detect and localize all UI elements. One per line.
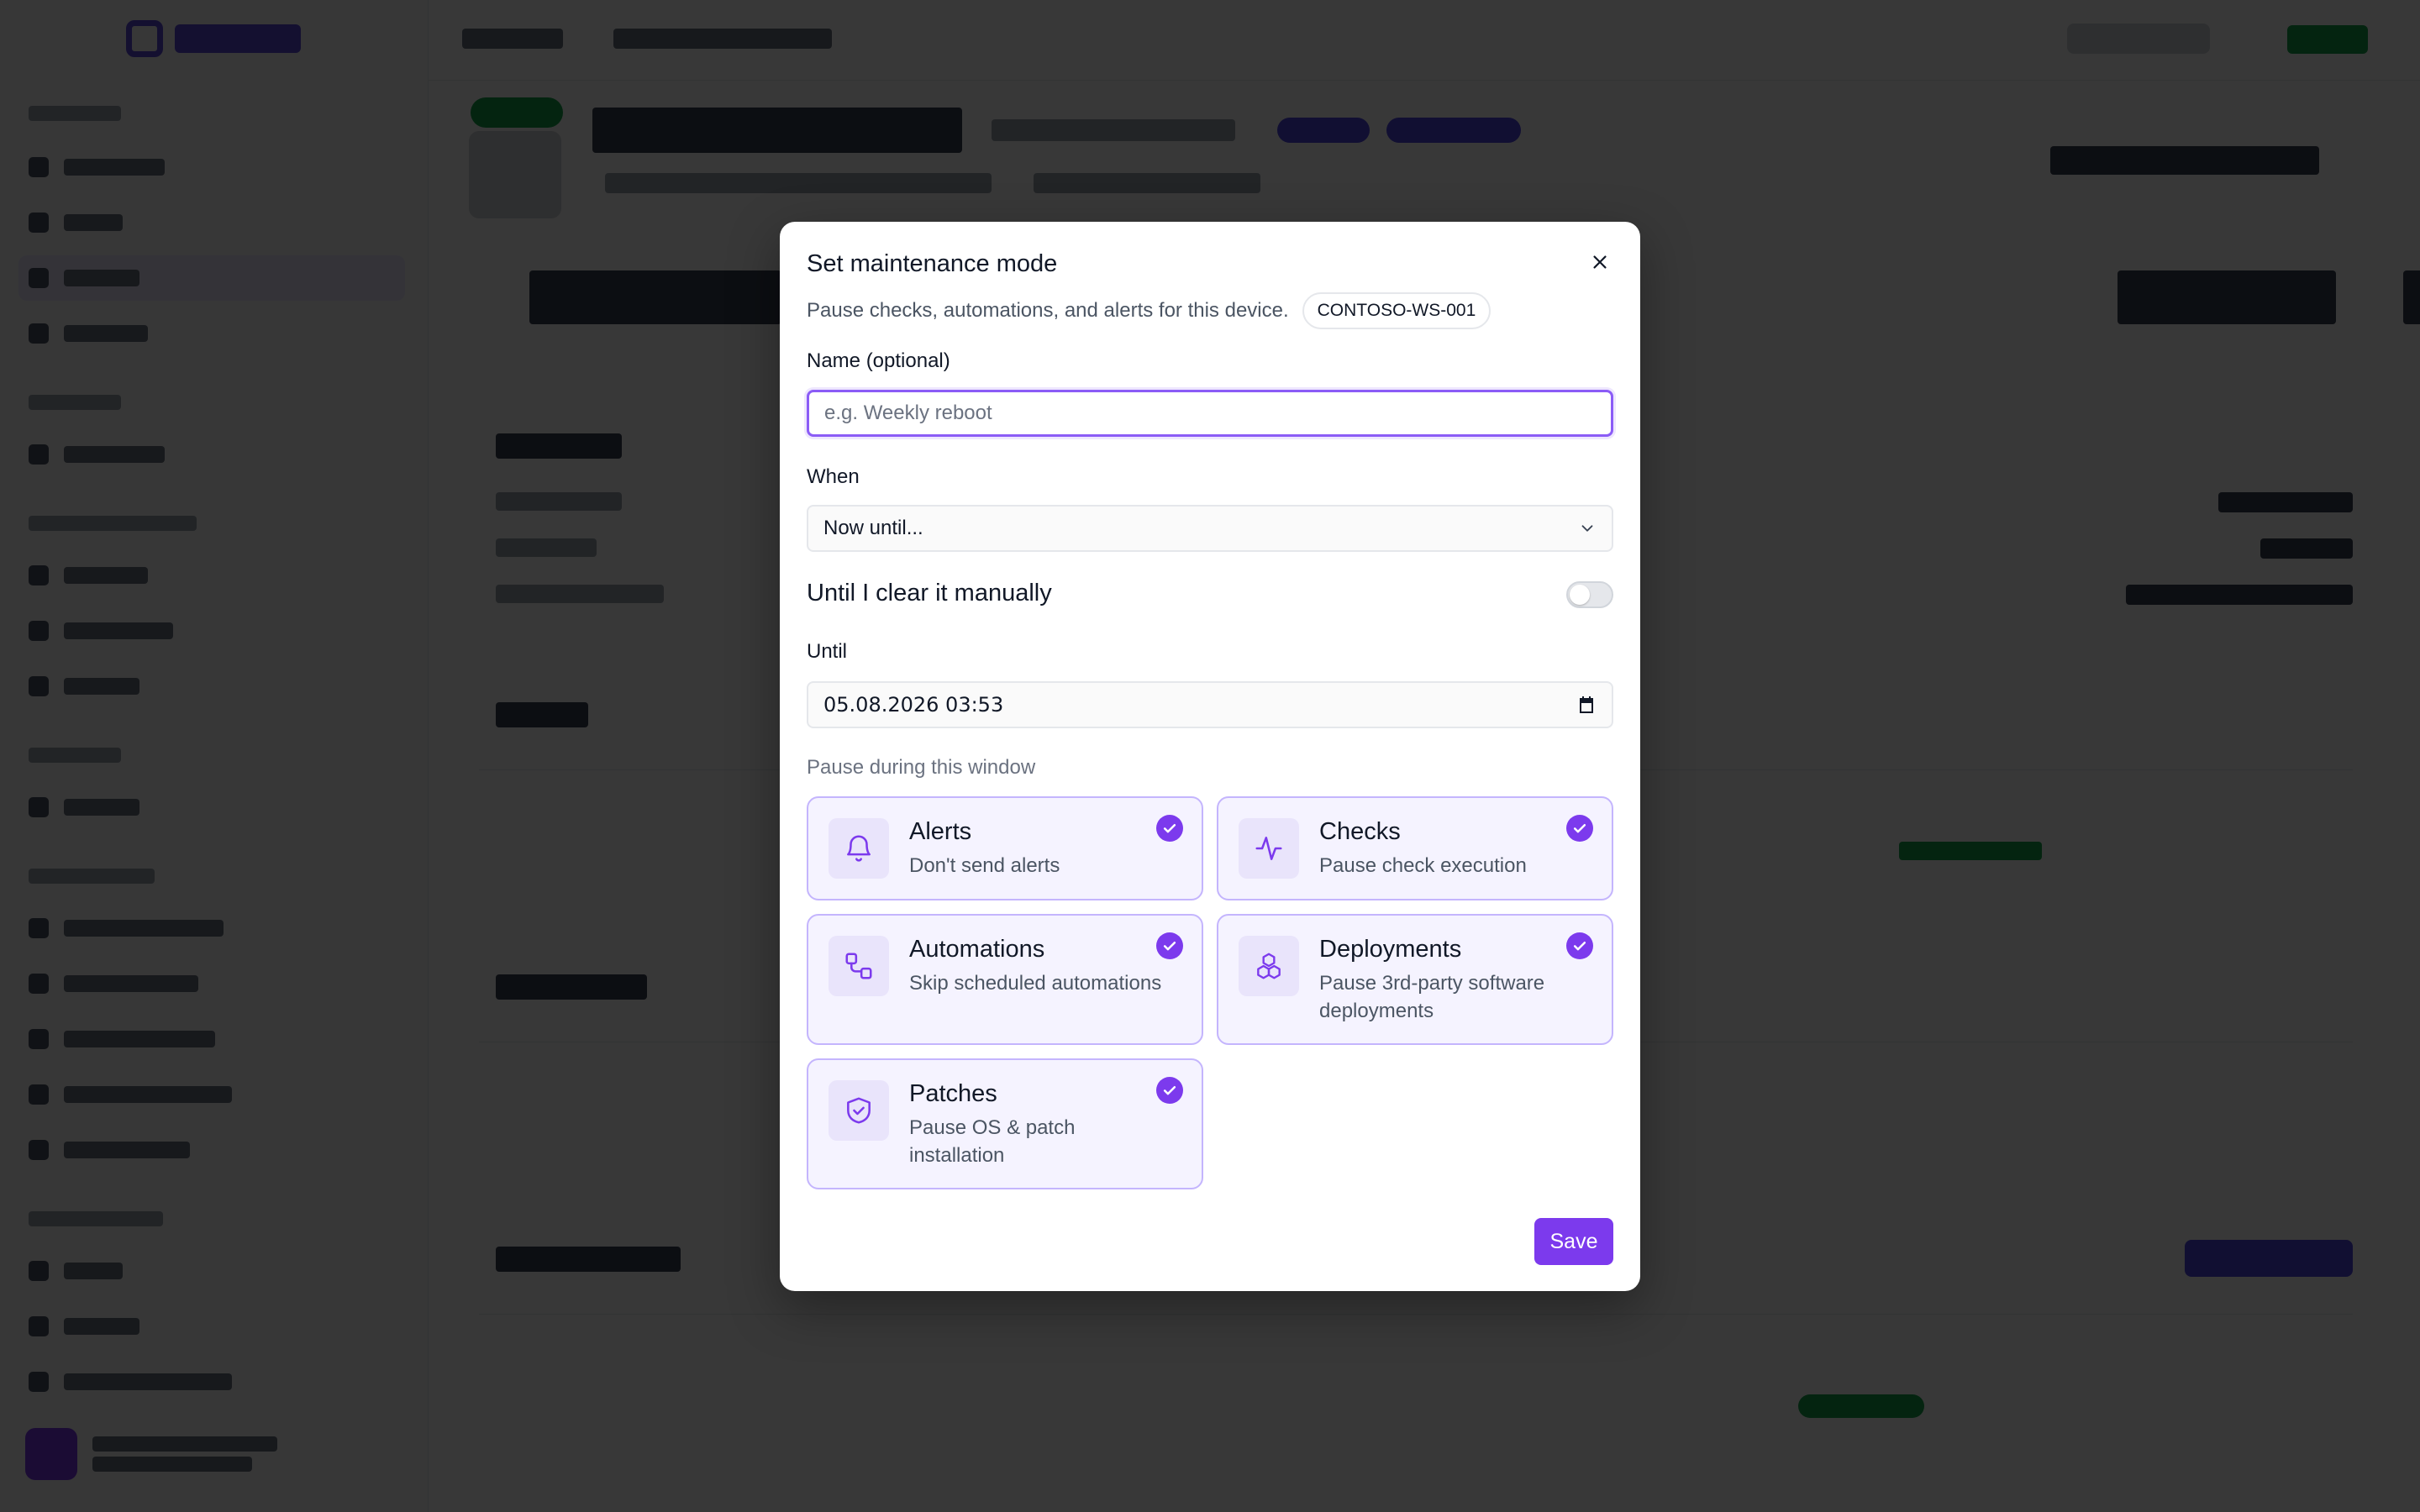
option-deployments[interactable]: Deployments Pause 3rd-party software dep… (1217, 914, 1613, 1045)
check-icon (1163, 942, 1176, 951)
option-description: Skip scheduled automations (909, 972, 1162, 995)
until-label: Until (807, 640, 848, 663)
name-label: Name (optional) (807, 349, 950, 372)
close-button[interactable] (1583, 245, 1617, 279)
option-title: Automations (909, 936, 1045, 963)
close-icon (1593, 255, 1607, 269)
save-button[interactable]: Save (1534, 1218, 1613, 1265)
option-checkbox[interactable] (1156, 815, 1183, 842)
option-title: Alerts (909, 818, 972, 845)
until-datetime-input[interactable]: 05.08.2026 03:53 (807, 681, 1613, 728)
option-description: Pause check execution (1319, 854, 1527, 877)
manual-clear-label: Until I clear it manually (807, 580, 1052, 606)
chevron-down-icon (1581, 525, 1593, 532)
calendar-icon[interactable] (1576, 695, 1597, 715)
when-selected-value: Now until... (823, 517, 923, 539)
check-icon (1573, 942, 1586, 951)
check-icon (1163, 1086, 1176, 1095)
pulse-icon (1255, 837, 1282, 860)
dialog-title: Set maintenance mode (807, 250, 1058, 277)
option-checkbox[interactable] (1566, 815, 1593, 842)
until-value: 05.08.2026 03:53 (823, 693, 1004, 717)
option-title: Deployments (1319, 936, 1462, 963)
workflow-icon (845, 953, 872, 979)
option-checkbox[interactable] (1156, 1077, 1183, 1104)
device-chip: CONTOSO-WS-001 (1302, 292, 1491, 329)
shield-check-icon (847, 1097, 871, 1124)
maintenance-mode-dialog: Set maintenance mode Pause checks, autom… (780, 222, 1640, 1291)
when-select[interactable]: Now until... (807, 505, 1613, 552)
check-icon (1163, 824, 1176, 833)
manual-clear-toggle[interactable] (1566, 581, 1613, 608)
dialog-description-row: Pause checks, automations, and alerts fo… (807, 292, 1491, 329)
option-description: Don't send alerts (909, 854, 1060, 877)
option-checks[interactable]: Checks Pause check execution (1217, 796, 1613, 900)
toggle-knob (1570, 585, 1590, 605)
pause-section-label: Pause during this window (807, 756, 1036, 779)
option-checkbox[interactable] (1566, 932, 1593, 959)
option-description: Pause OS & patch installation (909, 1116, 1076, 1167)
option-automations[interactable]: Automations Skip scheduled automations (807, 914, 1203, 1045)
option-patches[interactable]: Patches Pause OS & patch installation (807, 1058, 1203, 1189)
name-input[interactable] (807, 390, 1613, 437)
boxes-icon (1257, 953, 1281, 979)
check-icon (1573, 824, 1586, 833)
option-description: Pause 3rd-party software deployments (1319, 972, 1545, 1022)
when-label: When (807, 465, 860, 488)
bell-icon (847, 835, 871, 862)
option-alerts[interactable]: Alerts Don't send alerts (807, 796, 1203, 900)
dialog-description: Pause checks, automations, and alerts fo… (807, 299, 1289, 322)
option-checkbox[interactable] (1156, 932, 1183, 959)
option-title: Checks (1319, 818, 1401, 845)
option-title: Patches (909, 1080, 997, 1107)
